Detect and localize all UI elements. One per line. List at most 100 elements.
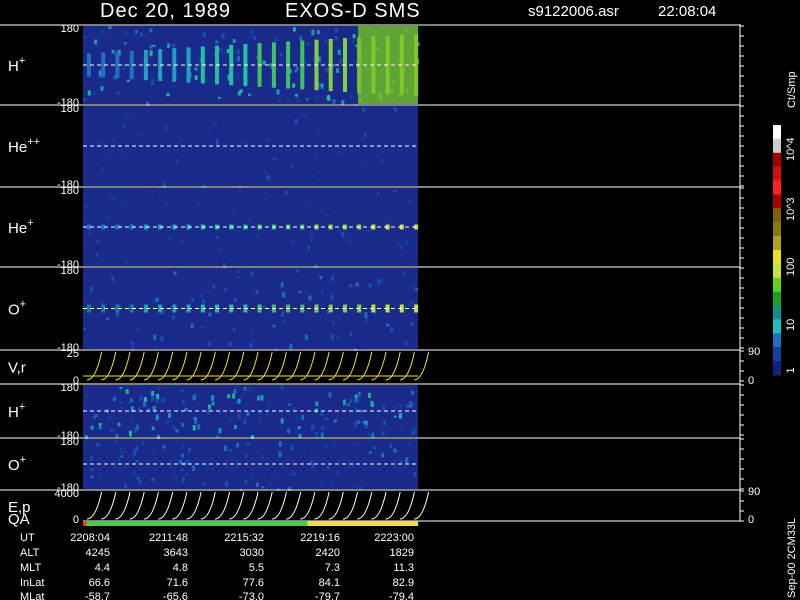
heat-cell	[86, 204, 89, 209]
heat-cell	[288, 403, 292, 406]
heat-cell	[411, 390, 415, 396]
heat-cell	[368, 283, 372, 288]
heat-cell	[120, 455, 124, 458]
heat-cell	[168, 235, 172, 240]
colorbar-swatch	[773, 222, 781, 237]
footer-value: 3030	[240, 547, 264, 559]
heat-cell	[89, 468, 93, 471]
footer-value: 77.6	[243, 577, 264, 589]
heat-cell	[167, 43, 171, 48]
heat-cell	[262, 60, 266, 65]
panel-label: He+	[8, 217, 34, 237]
heat-cell	[138, 480, 142, 485]
heat-cell	[227, 394, 231, 399]
heat-cell	[248, 35, 252, 38]
heat-cell	[287, 428, 291, 434]
heat-cell	[244, 480, 248, 485]
heat-cell	[346, 403, 350, 406]
heat-cell	[330, 294, 334, 300]
heat-cell	[308, 236, 312, 242]
footer-value: -79.7	[315, 591, 340, 600]
heat-cell	[83, 97, 86, 101]
colorbar: 10^4 10^3 100 10 1	[773, 125, 797, 376]
footer-value: 2420	[316, 547, 340, 559]
heat-cell	[370, 400, 374, 407]
heat-cell	[406, 404, 410, 408]
heat-cell	[236, 49, 240, 55]
colorbar-swatch	[773, 208, 781, 223]
heat-cell	[121, 450, 125, 454]
heat-cell	[216, 434, 220, 438]
heat-cell	[258, 418, 262, 423]
heat-cell	[135, 460, 139, 463]
heat-cell	[109, 57, 112, 60]
heat-cell	[108, 26, 112, 29]
heat-cell	[393, 415, 397, 418]
colorbar-swatch	[773, 250, 781, 265]
heat-cell	[116, 91, 120, 95]
heat-cell	[246, 411, 250, 417]
panel-1: H+180-180	[0, 23, 744, 109]
heat-cell	[266, 138, 270, 142]
heat-cell	[193, 417, 197, 420]
heat-cell	[285, 99, 289, 103]
heat-cell	[179, 138, 183, 144]
heat-cell	[229, 449, 232, 452]
colorbar-unit: Ct/Smp	[786, 71, 798, 108]
heat-cell	[336, 470, 339, 476]
heat-cell	[192, 425, 196, 431]
heat-cell	[139, 395, 143, 402]
heat-cell	[280, 418, 284, 424]
heat-cell	[310, 233, 314, 236]
footer-value: 4245	[86, 547, 110, 559]
heat-cell	[362, 421, 366, 424]
heat-cell	[217, 96, 221, 99]
heat-cell	[412, 284, 416, 290]
heat-cell	[373, 446, 377, 450]
heat-cell	[362, 162, 366, 165]
heat-cell	[218, 409, 222, 415]
heat-cell	[228, 416, 232, 422]
heat-cell	[307, 245, 311, 250]
heat-cell	[192, 465, 196, 472]
heat-cell	[341, 231, 344, 238]
heat-cell	[325, 68, 329, 73]
heat-cell	[309, 203, 313, 206]
heat-cell	[191, 297, 195, 302]
heat-cell	[381, 452, 385, 458]
heat-cell	[110, 195, 114, 201]
heat-cell	[298, 290, 302, 294]
heat-cell	[390, 327, 394, 333]
heat-cell	[193, 394, 197, 400]
heat-cell	[232, 209, 236, 214]
heat-cell	[397, 241, 401, 246]
heat-cell	[359, 409, 363, 413]
heat-cell	[333, 422, 337, 426]
heat-cell	[96, 443, 100, 447]
heat-cell	[363, 132, 367, 138]
right-tick-bottom: 0	[748, 514, 754, 526]
y-tick-top: 180	[61, 265, 79, 277]
heat-cell	[336, 68, 339, 73]
heat-cell	[221, 50, 225, 53]
heat-cell	[111, 49, 115, 54]
panel-label-sup: +	[19, 55, 25, 67]
heat-cell	[317, 128, 321, 132]
plot-filename: s9122006.asr	[528, 3, 619, 20]
qa-segment	[83, 521, 87, 526]
heat-cell	[352, 462, 356, 468]
heat-cell	[201, 299, 205, 304]
heat-cell	[269, 63, 273, 66]
colorbar-swatch	[773, 305, 781, 320]
heat-cell	[324, 38, 328, 44]
heat-cell	[223, 288, 227, 292]
heat-cell	[301, 415, 305, 421]
heat-cell	[368, 229, 372, 234]
heat-cell	[353, 484, 357, 488]
heat-cell	[140, 32, 144, 37]
heat-cell	[252, 293, 256, 298]
heat-cell	[105, 216, 109, 221]
heat-cell	[337, 150, 341, 155]
heat-cell	[350, 425, 354, 428]
heat-cell	[297, 426, 301, 430]
